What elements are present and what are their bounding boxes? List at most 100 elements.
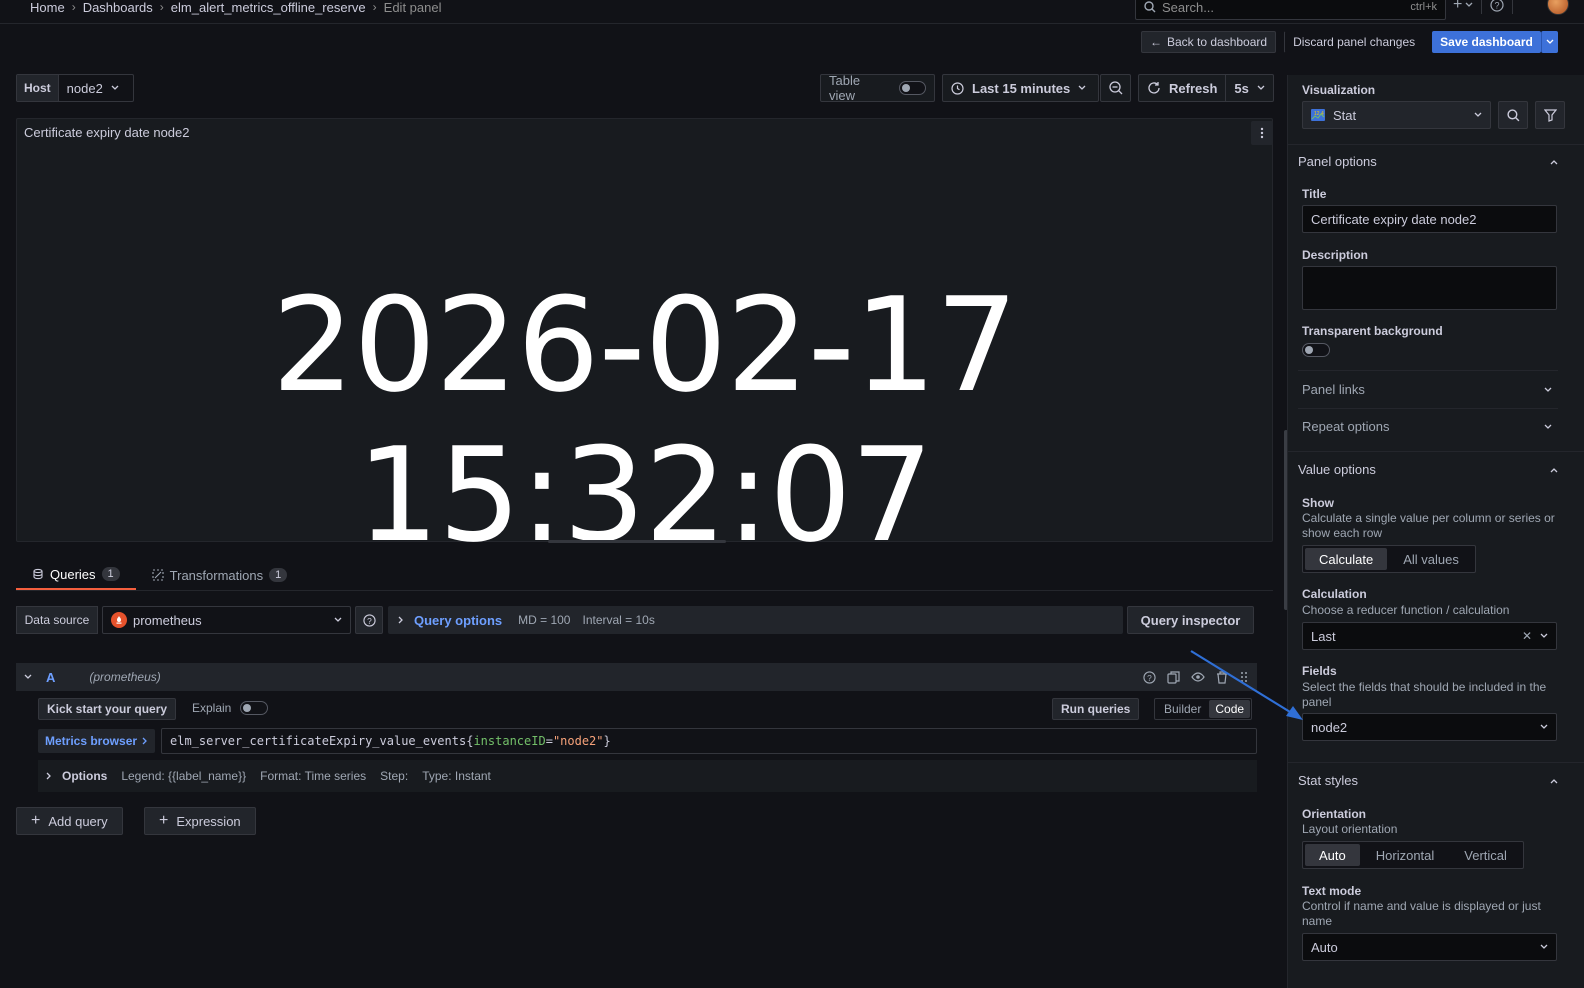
calculation-label: Calculation	[1302, 587, 1367, 601]
expr-brace-close: }	[603, 734, 611, 748]
chevron-up-icon	[1550, 159, 1558, 164]
transparent-bg-switch[interactable]	[1302, 343, 1330, 357]
save-dashboard-button[interactable]: Save dashboard	[1432, 31, 1541, 53]
title-input[interactable]: Certificate expiry date node2	[1302, 205, 1557, 233]
refresh-button[interactable]: Refresh	[1139, 75, 1227, 101]
save-options-button[interactable]	[1540, 31, 1558, 53]
chevron-down-icon	[1540, 633, 1548, 638]
duplicate-icon[interactable]	[1167, 670, 1180, 684]
visualization-picker[interactable]: 12.4 Stat	[1302, 101, 1491, 129]
new-button[interactable]: +	[1453, 0, 1473, 14]
panel-title: Certificate expiry date node2	[24, 125, 190, 140]
plus-icon: +	[31, 812, 41, 829]
tab-queries[interactable]: Queries 1	[16, 560, 136, 590]
explain-switch[interactable]	[240, 701, 269, 715]
chevron-down-icon	[111, 85, 119, 90]
data-source-label: Data source	[16, 606, 98, 634]
editor-tabs: Queries 1 Transformations 1	[16, 560, 1273, 591]
refresh-interval-select[interactable]: 5s	[1226, 81, 1272, 96]
chevron-down-icon[interactable]	[24, 674, 32, 680]
text-mode-select[interactable]: Auto	[1302, 933, 1557, 961]
show-calculate-option[interactable]: Calculate	[1305, 548, 1388, 570]
breadcrumb-dashboards[interactable]: Dashboards	[83, 0, 153, 15]
datasource-help-button[interactable]: ?	[355, 606, 383, 634]
query-inspector-button[interactable]: Query inspector	[1127, 606, 1254, 634]
transparent-bg-label: Transparent background	[1302, 324, 1443, 338]
options-format: Format: Time series	[260, 769, 367, 783]
calculation-value: Last	[1311, 628, 1336, 644]
resize-handle[interactable]	[548, 540, 726, 543]
time-range-label: Last 15 minutes	[972, 80, 1071, 96]
expr-eq: =	[545, 734, 553, 748]
options-step: Step:	[380, 769, 409, 783]
orientation-auto-option[interactable]: Auto	[1305, 844, 1360, 866]
description-textarea[interactable]	[1302, 266, 1557, 310]
chevron-down-icon	[334, 617, 342, 622]
search-shortcut: ctrl+k	[1410, 1, 1437, 13]
metrics-browser-button[interactable]: Metrics browser	[38, 729, 156, 753]
add-query-button[interactable]: + Add query	[16, 807, 123, 835]
chevron-down-icon	[1540, 944, 1548, 949]
panel-options-header[interactable]: Panel options	[1298, 154, 1558, 169]
host-value: node2	[66, 80, 103, 96]
table-view-switch[interactable]	[898, 81, 926, 95]
stat-value: 2026-02-17 15:32:07	[271, 269, 1019, 571]
breadcrumb-dashboard[interactable]: elm_alert_metrics_offline_reserve	[171, 0, 366, 15]
calculation-select[interactable]: Last ✕	[1302, 622, 1557, 650]
kick-start-button[interactable]: Kick start your query	[38, 698, 177, 720]
discard-button[interactable]: Discard panel changes	[1284, 31, 1424, 53]
stat-styles-header[interactable]: Stat styles	[1298, 773, 1558, 788]
save-dashboard-group: Save dashboard	[1432, 31, 1558, 53]
zoom-out-icon	[1108, 81, 1122, 95]
query-options-bar[interactable]: Query options MD = 100 Interval = 10s	[388, 606, 1123, 634]
search-options-button[interactable]	[1498, 101, 1528, 129]
orientation-horizontal-option[interactable]: Horizontal	[1362, 844, 1449, 866]
back-to-dashboard-button[interactable]: ← Back to dashboard	[1141, 31, 1277, 53]
help-icon[interactable]: ?	[1490, 0, 1504, 12]
repeat-options-header[interactable]: Repeat options	[1302, 419, 1552, 434]
host-select[interactable]: node2	[59, 81, 127, 96]
time-range-picker[interactable]: Last 15 minutes	[942, 74, 1099, 102]
expr-label: instanceID	[473, 734, 546, 748]
search-placeholder: Search...	[1162, 0, 1215, 15]
search-input[interactable]: Search... ctrl+k	[1135, 0, 1446, 20]
add-query-label: Add query	[48, 813, 108, 829]
show-all-values-option[interactable]: All values	[1389, 548, 1473, 570]
data-source-name: prometheus	[133, 612, 202, 628]
query-options-interval: Interval = 10s	[582, 613, 655, 627]
help-icon: ?	[362, 613, 376, 627]
help-icon[interactable]: ?	[1143, 670, 1156, 684]
options-label: Options	[62, 769, 108, 783]
chevron-right-icon: ›	[159, 0, 164, 14]
breadcrumb-home[interactable]: Home	[30, 0, 65, 15]
expr-metric: elm_server_certificateExpiry_value_event…	[170, 734, 467, 748]
run-queries-button[interactable]: Run queries	[1052, 698, 1140, 720]
chevron-down-icon	[1257, 85, 1265, 90]
transform-icon	[152, 569, 164, 581]
query-ref-id[interactable]: A	[46, 670, 55, 685]
value-options-header[interactable]: Value options	[1298, 462, 1558, 477]
tab-queries-label: Queries	[50, 566, 96, 582]
table-view-label: Table view	[829, 73, 861, 103]
query-options-row[interactable]: Options Legend: {{label_name}} Format: T…	[38, 760, 1257, 792]
add-expression-button[interactable]: + Expression	[144, 807, 256, 835]
database-icon	[33, 568, 43, 580]
data-source-picker[interactable]: prometheus	[102, 606, 351, 634]
panel-menu-button[interactable]	[1251, 121, 1273, 145]
clear-icon[interactable]: ✕	[1522, 629, 1532, 643]
show-description: Calculate a single value per column or s…	[1302, 511, 1555, 540]
table-view-toggle[interactable]: Table view	[820, 73, 935, 103]
zoom-out-button[interactable]	[1100, 74, 1131, 102]
orientation-vertical-option[interactable]: Vertical	[1450, 844, 1521, 866]
text-mode-value: Auto	[1311, 939, 1338, 955]
fields-select[interactable]: node2	[1302, 713, 1557, 741]
explain-toggle[interactable]: Explain	[192, 701, 269, 715]
filter-options-button[interactable]	[1535, 101, 1565, 129]
query-options-label: Query options	[414, 612, 503, 628]
tab-transformations[interactable]: Transformations 1	[136, 560, 304, 590]
panel-options-title: Panel options	[1298, 154, 1377, 169]
kebab-menu-icon	[1260, 127, 1264, 139]
panel-links-header[interactable]: Panel links	[1302, 382, 1552, 397]
promql-editor[interactable]: elm_server_certificateExpiry_value_event…	[161, 728, 1257, 754]
search-icon	[1144, 1, 1156, 13]
